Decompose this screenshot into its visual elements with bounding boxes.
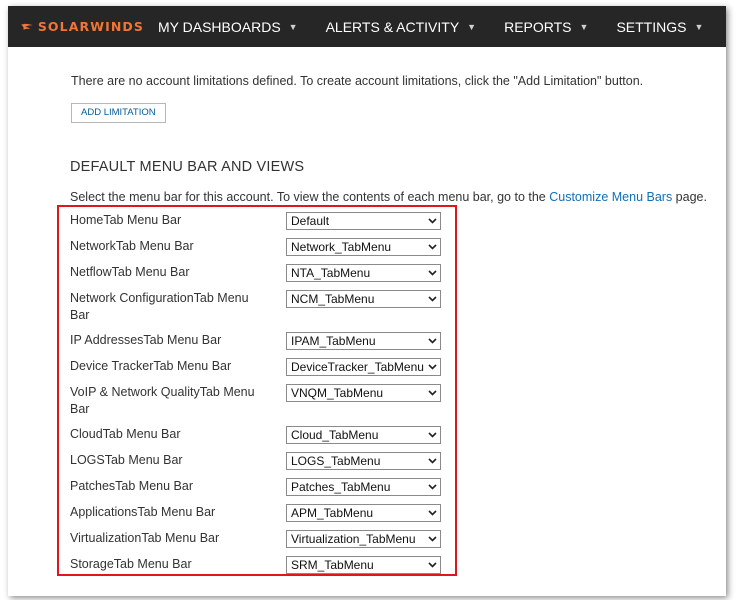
chevron-down-icon: ▼ bbox=[467, 21, 477, 32]
description-prefix: Select the menu bar for this account. To… bbox=[70, 190, 550, 204]
description-suffix: page. bbox=[672, 190, 707, 204]
nav-label: MY DASHBOARDS bbox=[158, 18, 281, 35]
chevron-down-icon: ▼ bbox=[694, 21, 704, 32]
section-title: DEFAULT MENU BAR AND VIEWS bbox=[70, 159, 305, 175]
nav-my-dashboards[interactable]: MY DASHBOARDS ▼ bbox=[144, 6, 312, 47]
nav-alerts-activity[interactable]: ALERTS & ACTIVITY ▼ bbox=[312, 6, 490, 47]
nav-reports[interactable]: REPORTS ▼ bbox=[490, 6, 602, 47]
section-description: Select the menu bar for this account. To… bbox=[70, 190, 707, 204]
screenshot-sheet: SOLARWINDS MY DASHBOARDS ▼ ALERTS & ACTI… bbox=[8, 6, 726, 596]
no-limitations-message: There are no account limitations defined… bbox=[71, 74, 644, 88]
chevron-down-icon: ▼ bbox=[288, 21, 298, 32]
highlight-rectangle bbox=[57, 205, 457, 576]
nav-label: REPORTS bbox=[504, 18, 572, 35]
solarwinds-bird-icon bbox=[21, 23, 33, 30]
customize-menu-bars-link[interactable]: Customize Menu Bars bbox=[549, 190, 672, 204]
nav-label: ALERTS & ACTIVITY bbox=[325, 18, 460, 35]
nav-label: SETTINGS bbox=[616, 18, 687, 35]
brand-name: SOLARWINDS bbox=[37, 19, 144, 34]
add-limitation-button[interactable]: ADD LIMITATION bbox=[71, 103, 166, 123]
page-content: There are no account limitations defined… bbox=[8, 47, 726, 596]
chevron-down-icon: ▼ bbox=[579, 21, 589, 32]
top-navigation-bar: SOLARWINDS MY DASHBOARDS ▼ ALERTS & ACTI… bbox=[8, 6, 726, 47]
solarwinds-logo[interactable]: SOLARWINDS bbox=[20, 16, 144, 38]
nav-settings[interactable]: SETTINGS ▼ bbox=[602, 6, 717, 47]
